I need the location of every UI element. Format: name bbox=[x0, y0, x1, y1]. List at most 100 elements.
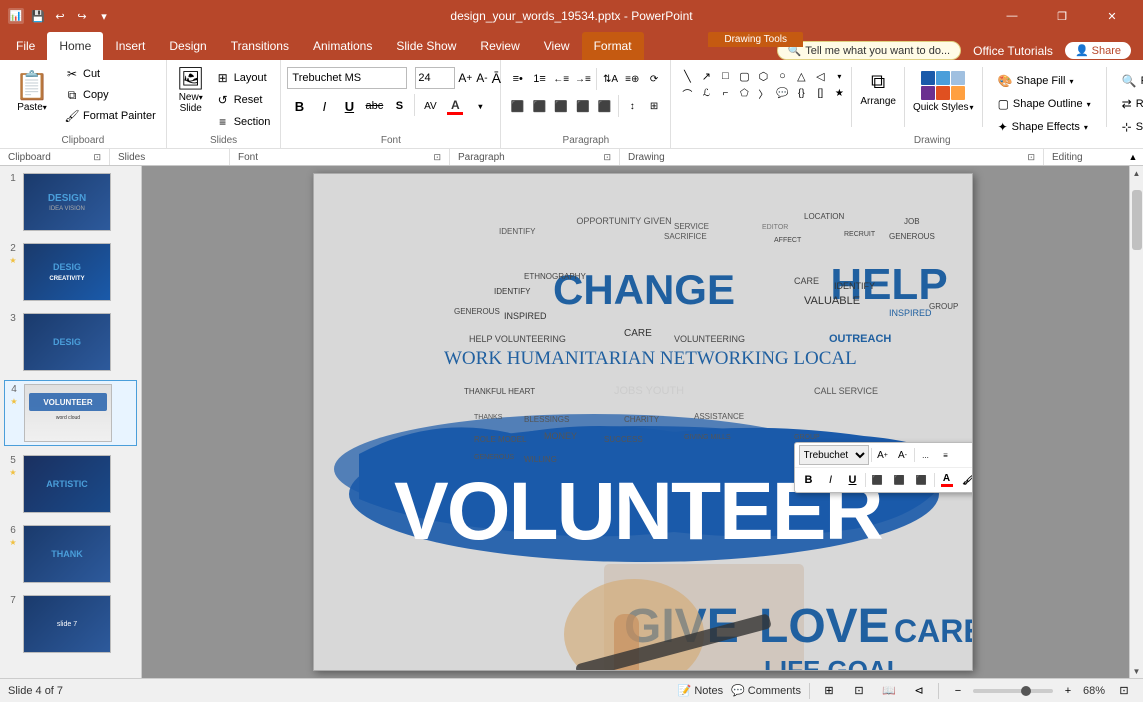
shape-brace-btn[interactable]: {} bbox=[791, 84, 811, 102]
shape-curve-btn[interactable]: ⌒ bbox=[677, 84, 697, 102]
shape-bracket-btn[interactable]: [] bbox=[810, 84, 830, 102]
notes-button[interactable]: 📝 Notes bbox=[678, 684, 723, 697]
slide-thumb-4[interactable]: 4 ★ VOLUNTEER word cloud bbox=[4, 380, 137, 446]
shape-pentagon-btn[interactable]: ⬠ bbox=[734, 84, 754, 102]
slide-thumb-7[interactable]: 7 slide 7 bbox=[4, 592, 137, 656]
tt-font-select[interactable]: Trebuchet bbox=[799, 445, 869, 465]
tab-home[interactable]: Home bbox=[47, 32, 103, 60]
tab-format[interactable]: Format bbox=[582, 32, 644, 60]
select-button[interactable]: ⊹ Select ▾ bbox=[1115, 117, 1143, 137]
font-clear-btn[interactable]: Ā bbox=[491, 67, 502, 89]
tt-bold-btn[interactable]: B bbox=[799, 470, 819, 490]
replace-button[interactable]: ⇄ Replace bbox=[1115, 94, 1143, 114]
close-btn[interactable]: ✕ bbox=[1089, 0, 1135, 32]
zoom-slider[interactable] bbox=[973, 689, 1053, 693]
quick-styles-button[interactable]: Quick Styles ▾ bbox=[909, 67, 978, 117]
tab-animations[interactable]: Animations bbox=[301, 32, 384, 60]
align-left-button[interactable]: ⬛ bbox=[507, 94, 528, 118]
tt-align-right-btn[interactable]: ⬛ bbox=[912, 470, 932, 490]
zoom-out-btn[interactable]: − bbox=[947, 682, 969, 700]
tt-align-left-btn[interactable]: ⬛ bbox=[868, 470, 888, 490]
tab-review[interactable]: Review bbox=[468, 32, 531, 60]
font-face-input[interactable] bbox=[287, 67, 407, 89]
shape-snip-btn[interactable]: ⬡ bbox=[753, 67, 773, 85]
comments-button[interactable]: 💬 Comments bbox=[731, 684, 801, 697]
tt-eraser-btn[interactable]: 🖌 bbox=[959, 470, 972, 490]
font-shrink-btn[interactable]: A- bbox=[475, 67, 488, 89]
slide-thumb-1[interactable]: 1 DESIGN IDEA VISION bbox=[4, 170, 137, 234]
tt-color-btn[interactable]: A bbox=[937, 470, 957, 490]
arrange-button[interactable]: ⧉ Arrange bbox=[856, 67, 900, 111]
font-color-button[interactable]: A bbox=[443, 94, 467, 118]
reset-button[interactable]: ↺ Reset bbox=[211, 90, 275, 110]
tt-align-center-btn[interactable]: ⬛ bbox=[890, 470, 910, 490]
text-direction-button[interactable]: ⇅A bbox=[600, 67, 621, 91]
font-color-dropdown[interactable]: ▾ bbox=[468, 94, 492, 118]
tt-italic-btn[interactable]: I bbox=[821, 470, 841, 490]
tab-insert[interactable]: Insert bbox=[103, 32, 157, 60]
font-grow-btn[interactable]: A+ bbox=[457, 67, 473, 89]
shape-more-btn[interactable]: ▾ bbox=[829, 67, 849, 85]
find-button[interactable]: 🔍 Find bbox=[1115, 71, 1143, 91]
shape-effects-button[interactable]: ✦ Shape Effects ▾ bbox=[991, 117, 1098, 137]
shape-rect-btn[interactable]: □ bbox=[715, 67, 735, 85]
fit-slide-btn[interactable]: ⊡ bbox=[1113, 682, 1135, 700]
undo-btn[interactable]: ↩ bbox=[52, 8, 68, 24]
tab-design[interactable]: Design bbox=[157, 32, 218, 60]
font-size-input[interactable] bbox=[415, 67, 455, 89]
save-quick-btn[interactable]: 💾 bbox=[30, 8, 46, 24]
indent-more-button[interactable]: →≡ bbox=[573, 67, 594, 91]
align-center-button[interactable]: ⬛ bbox=[529, 94, 550, 118]
scroll-down-btn[interactable]: ▼ bbox=[1130, 664, 1143, 678]
slide-thumb-3[interactable]: 3 DESIG bbox=[4, 310, 137, 374]
columns-button[interactable]: ⊞ bbox=[644, 94, 665, 118]
layout-button[interactable]: ⊞ Layout bbox=[211, 68, 275, 88]
bullets-button[interactable]: ≡• bbox=[507, 67, 528, 91]
view-reading-btn[interactable]: 📖 bbox=[878, 682, 900, 700]
shape-callout-btn[interactable]: 💬 bbox=[772, 84, 792, 102]
shape-freeform-btn[interactable]: ℒ bbox=[696, 84, 716, 102]
convert-smartart-button[interactable]: ⟳ bbox=[644, 67, 665, 91]
office-tutorials-btn[interactable]: Office Tutorials bbox=[973, 44, 1053, 58]
view-present-btn[interactable]: ⊲ bbox=[908, 682, 930, 700]
tt-underline-btn[interactable]: U bbox=[843, 470, 863, 490]
section-button[interactable]: ≡ Section bbox=[211, 112, 275, 132]
shadow-button[interactable]: S bbox=[387, 94, 411, 118]
tt-size-shrink[interactable]: A- bbox=[894, 446, 912, 464]
tab-file[interactable]: File bbox=[4, 32, 47, 60]
shape-chevron-btn[interactable]: 〉 bbox=[753, 84, 773, 102]
redo-btn[interactable]: ↪ bbox=[74, 8, 90, 24]
shape-circle-btn[interactable]: ○ bbox=[772, 67, 792, 85]
customize-btn[interactable]: ▾ bbox=[96, 8, 112, 24]
format-painter-button[interactable]: 🖌 Format Painter bbox=[60, 106, 160, 126]
tab-view[interactable]: View bbox=[532, 32, 582, 60]
ribbon-collapse-btn[interactable]: ▲ bbox=[1123, 149, 1143, 165]
shape-tri-btn[interactable]: △ bbox=[791, 67, 811, 85]
tab-slideshow[interactable]: Slide Show bbox=[384, 32, 468, 60]
shape-outline-button[interactable]: ▢ Shape Outline ▾ bbox=[991, 94, 1098, 114]
justify-low-button[interactable]: ⬛ bbox=[594, 94, 615, 118]
font-expand-icon[interactable]: ⊡ bbox=[433, 152, 441, 163]
strikethrough-button[interactable]: abc bbox=[362, 94, 386, 118]
slide-thumb-2[interactable]: 2 ★ DESIGCREATIVITY bbox=[4, 240, 137, 304]
shape-connector-btn[interactable]: ⌐ bbox=[715, 84, 735, 102]
shape-rtri-btn[interactable]: ◁ bbox=[810, 67, 830, 85]
align-text-button[interactable]: ≡⊕ bbox=[622, 67, 643, 91]
tt-size-grow[interactable]: A+ bbox=[874, 446, 892, 464]
tell-me-bar[interactable]: 🔍 Tell me what you want to do... bbox=[777, 41, 962, 60]
justify-button[interactable]: ⬛ bbox=[573, 94, 594, 118]
view-normal-btn[interactable]: ⊞ bbox=[818, 682, 840, 700]
numbering-button[interactable]: 1≡ bbox=[529, 67, 550, 91]
drawing-expand-icon[interactable]: ⊡ bbox=[1027, 152, 1035, 163]
italic-button[interactable]: I bbox=[312, 94, 336, 118]
align-right-button[interactable]: ⬛ bbox=[551, 94, 572, 118]
paste-button[interactable]: 📋 Paste ▾ bbox=[6, 64, 58, 118]
scroll-thumb[interactable] bbox=[1132, 190, 1142, 250]
minimize-btn[interactable]: — bbox=[989, 0, 1035, 32]
tab-transitions[interactable]: Transitions bbox=[219, 32, 301, 60]
underline-button[interactable]: U bbox=[337, 94, 361, 118]
cut-button[interactable]: ✂ Cut bbox=[60, 64, 160, 84]
slide-thumb-6[interactable]: 6 ★ THANK bbox=[4, 522, 137, 586]
bold-button[interactable]: B bbox=[287, 94, 311, 118]
indent-less-button[interactable]: ←≡ bbox=[551, 67, 572, 91]
